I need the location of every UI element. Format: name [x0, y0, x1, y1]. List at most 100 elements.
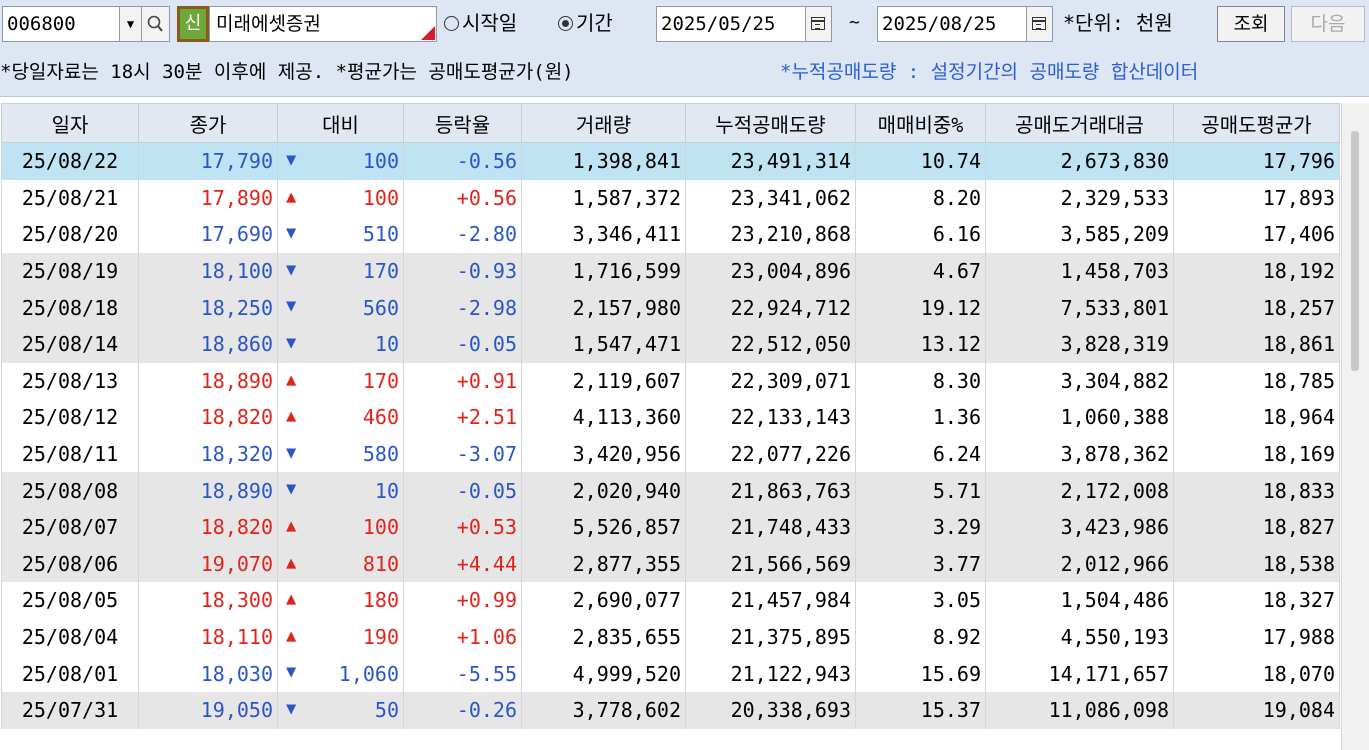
table-row[interactable]: 25/08/11 18,320 ▼ 580 -3.07 3,420,956 22,077,2… — [1, 435, 1340, 473]
cell-volume: 3,778,602 — [521, 691, 686, 729]
cell-cumulative-short: 21,748,433 — [685, 508, 856, 546]
radio-start-date[interactable]: 시작일 — [444, 6, 517, 42]
cell-change: ▼ 580 — [277, 435, 404, 473]
cell-date: 25/08/18 — [1, 289, 139, 326]
cell-change: ▲ 190 — [277, 618, 404, 656]
cell-volume: 2,157,980 — [521, 289, 686, 326]
cell-cumulative-short: 21,122,943 — [685, 655, 856, 692]
triangle-down-icon: ▼ — [286, 150, 297, 170]
cell-cumulative-short: 23,491,314 — [685, 142, 856, 180]
cell-date: 25/08/14 — [1, 325, 139, 363]
header-volume[interactable]: 거래량 — [521, 103, 686, 143]
short-selling-table: 일자 종가 대비 등락율 거래량 누적공매도량 매매비중% 공매도거래대금 공매… — [1, 103, 1340, 729]
cell-volume: 4,113,360 — [521, 399, 686, 436]
cell-short-avg-price: 18,257 — [1173, 289, 1340, 326]
table-row[interactable]: 25/08/21 17,890 ▲ 100 +0.56 1,587,372 23,341,0… — [1, 179, 1340, 217]
table-row[interactable]: 25/08/05 18,300 ▲ 180 +0.99 2,690,077 21,457,9… — [1, 582, 1340, 619]
date-from-input[interactable]: 2025/05/25 — [656, 6, 806, 42]
scrollbar-thumb[interactable] — [1351, 131, 1359, 371]
cell-date: 25/08/05 — [1, 582, 139, 619]
cell-cumulative-short: 23,004,896 — [685, 252, 856, 290]
date-to-input[interactable]: 2025/08/25 — [877, 6, 1027, 42]
radio-period[interactable]: 기간 — [558, 6, 613, 42]
cell-change-value: 190 — [362, 625, 399, 650]
cell-rate: -3.07 — [403, 435, 522, 473]
header-short-amount[interactable]: 공매도거래대금 — [985, 103, 1174, 143]
code-dropdown-button[interactable]: ▼ — [120, 6, 142, 42]
triangle-down-icon: ▼ — [286, 442, 297, 463]
cell-change-value: 560 — [362, 295, 399, 320]
table-row[interactable]: 25/08/14 18,860 ▼ 10 -0.05 1,547,471 22,512,05… — [1, 325, 1340, 363]
table-row[interactable]: 25/08/20 17,690 ▼ 510 -2.80 3,346,411 23,210,8… — [1, 216, 1340, 253]
table-row[interactable]: 25/07/31 19,050 ▼ 50 -0.26 3,778,602 20,338,69… — [1, 691, 1340, 729]
date-from-calendar-button[interactable] — [806, 6, 832, 42]
cell-trade-ratio: 13.12 — [855, 325, 986, 363]
cell-close: 18,820 — [138, 508, 278, 546]
table-row[interactable]: 25/08/04 18,110 ▲ 190 +1.06 2,835,655 21,375,8… — [1, 618, 1340, 656]
header-close[interactable]: 종가 — [138, 103, 278, 143]
date-to-calendar-button[interactable] — [1027, 6, 1053, 42]
stock-name-field[interactable]: 미래에셋증권 — [209, 6, 437, 42]
cell-cumulative-short: 21,375,895 — [685, 618, 856, 656]
cell-close: 19,050 — [138, 691, 278, 729]
table-row[interactable]: 25/08/22 17,790 ▼ 100 -0.56 1,398,841 23,491,3… — [1, 142, 1340, 180]
cell-date: 25/08/13 — [1, 362, 139, 400]
next-button[interactable]: 다음 — [1291, 6, 1365, 42]
cell-trade-ratio: 6.24 — [855, 435, 986, 473]
info-note-time: *당일자료는 18시 30분 이후에 제공. *평균가는 공매도평균가(원) — [0, 61, 574, 83]
header-cumulative-short[interactable]: 누적공매도량 — [685, 103, 856, 143]
triangle-down-icon: ▼ — [286, 296, 297, 317]
cell-volume: 5,526,857 — [521, 508, 686, 546]
query-button[interactable]: 조회 — [1217, 6, 1285, 42]
cell-trade-ratio: 3.77 — [855, 545, 986, 583]
cell-short-avg-price: 18,964 — [1173, 399, 1340, 436]
header-rate[interactable]: 등락율 — [403, 103, 522, 143]
stock-code-input[interactable]: 006800 — [2, 6, 120, 42]
table-row[interactable]: 25/08/01 18,030 ▼ 1,060 -5.55 4,999,520 21,122… — [1, 655, 1340, 692]
cell-change: ▲ 810 — [277, 545, 404, 583]
info-note-cumulative: *누적공매도량 : 설정기간의 공매도량 합산데이터 — [780, 61, 1199, 83]
cell-cumulative-short: 22,309,071 — [685, 362, 856, 400]
cell-change-value: 100 — [362, 149, 399, 174]
cell-short-avg-price: 18,785 — [1173, 362, 1340, 400]
header-short-avg-price[interactable]: 공매도평균가 — [1173, 103, 1340, 143]
cell-trade-ratio: 15.69 — [855, 655, 986, 692]
table-row[interactable]: 25/08/06 19,070 ▲ 810 +4.44 2,877,355 21,566,5… — [1, 545, 1340, 583]
cell-change: ▲ 460 — [277, 399, 404, 436]
cell-rate: +0.53 — [403, 508, 522, 546]
cell-short-avg-price: 19,084 — [1173, 691, 1340, 729]
triangle-down-icon: ▼ — [286, 332, 297, 353]
table-row[interactable]: 25/08/19 18,100 ▼ 170 -0.93 1,716,599 23,004,8… — [1, 252, 1340, 290]
cell-short-amount: 3,423,986 — [985, 508, 1174, 546]
table-row[interactable]: 25/08/07 18,820 ▲ 100 +0.53 5,526,857 21,748,4… — [1, 508, 1340, 546]
cell-close: 18,250 — [138, 289, 278, 326]
table-row[interactable]: 25/08/18 18,250 ▼ 560 -2.98 2,157,980 22,924,7… — [1, 289, 1340, 326]
new-badge[interactable]: 신 — [177, 6, 209, 42]
cell-close: 18,110 — [138, 618, 278, 656]
table-row[interactable]: 25/08/08 18,890 ▼ 10 -0.05 2,020,940 21,863,76… — [1, 472, 1340, 509]
cell-volume: 4,999,520 — [521, 655, 686, 692]
calendar-icon — [811, 17, 825, 30]
search-button[interactable] — [142, 6, 170, 42]
table-row[interactable]: 25/08/12 18,820 ▲ 460 +2.51 4,113,360 22,133,1… — [1, 399, 1340, 436]
calendar-icon — [1032, 17, 1046, 30]
header-change[interactable]: 대비 — [277, 103, 404, 143]
cell-short-avg-price: 18,070 — [1173, 655, 1340, 692]
cell-cumulative-short: 23,210,868 — [685, 216, 856, 253]
cell-cumulative-short: 21,457,984 — [685, 582, 856, 619]
vertical-scrollbar[interactable] — [1341, 103, 1369, 750]
table-row[interactable]: 25/08/13 18,890 ▲ 170 +0.91 2,119,607 22,309,0… — [1, 362, 1340, 400]
cell-date: 25/08/19 — [1, 252, 139, 290]
header-date[interactable]: 일자 — [1, 103, 139, 143]
cell-cumulative-short: 22,133,143 — [685, 399, 856, 436]
cell-volume: 3,420,956 — [521, 435, 686, 473]
header-trade-ratio[interactable]: 매매비중% — [855, 103, 986, 143]
cell-volume: 1,547,471 — [521, 325, 686, 363]
cell-cumulative-short: 21,863,763 — [685, 472, 856, 509]
cell-change-value: 460 — [362, 405, 399, 430]
cell-close: 17,890 — [138, 179, 278, 217]
cell-change-value: 580 — [362, 442, 399, 467]
triangle-up-icon: ▲ — [286, 369, 297, 390]
cell-rate: +0.56 — [403, 179, 522, 217]
search-icon — [147, 15, 163, 32]
